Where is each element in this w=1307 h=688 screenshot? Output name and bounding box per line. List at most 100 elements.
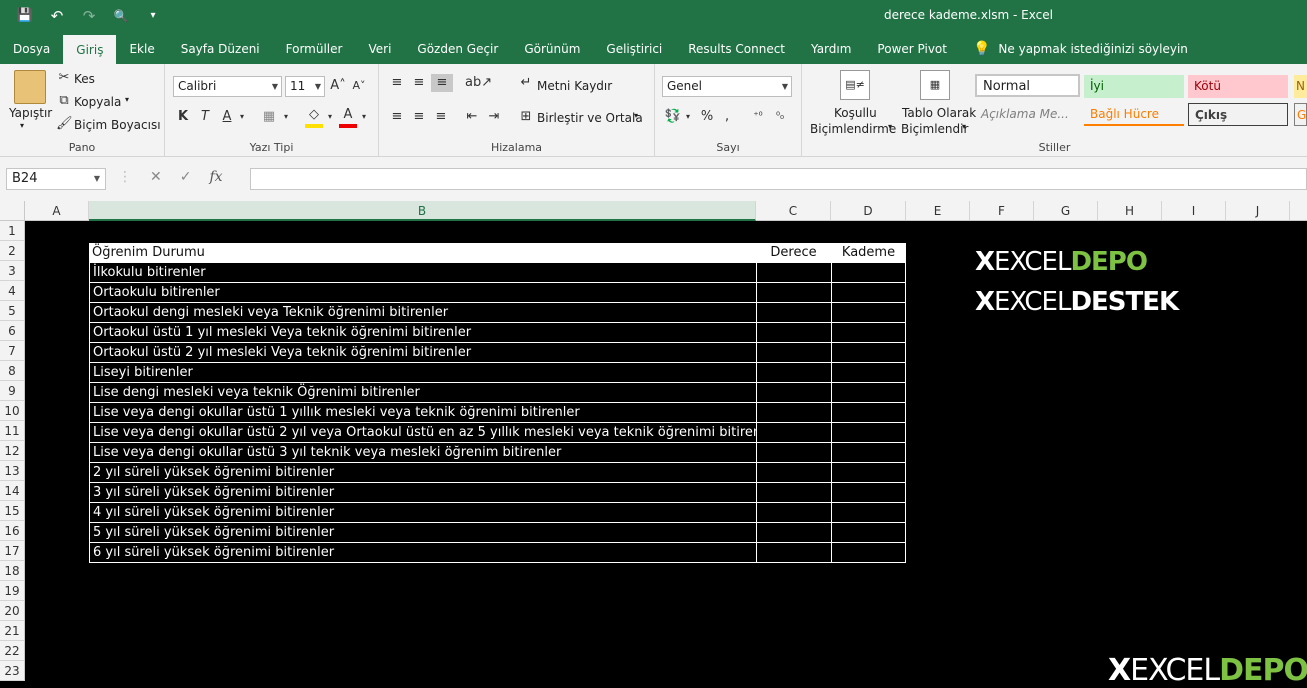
- row-header[interactable]: 16: [0, 521, 25, 541]
- row-header[interactable]: 23: [0, 661, 25, 681]
- insert-function-icon[interactable]: fx: [209, 169, 222, 185]
- table-cell-derece[interactable]: [756, 383, 831, 403]
- column-header-d[interactable]: D: [831, 201, 906, 221]
- table-cell-kademe[interactable]: [831, 463, 906, 483]
- column-header-i[interactable]: I: [1162, 201, 1226, 221]
- borders-dropdown-icon[interactable]: ▾: [281, 108, 291, 126]
- style-giris[interactable]: G: [1294, 103, 1307, 126]
- conditional-format-icon[interactable]: ▤≠: [840, 70, 870, 100]
- cancel-icon[interactable]: ✕: [150, 169, 162, 185]
- name-box[interactable]: B24 ▼: [6, 168, 106, 190]
- align-left-icon[interactable]: ≡: [389, 108, 405, 126]
- row-header[interactable]: 21: [0, 621, 25, 641]
- column-header-c[interactable]: C: [756, 201, 831, 221]
- currency-dropdown-icon[interactable]: ▾: [683, 108, 693, 126]
- row-header[interactable]: 17: [0, 541, 25, 561]
- decrease-indent-icon[interactable]: ⇤: [463, 108, 481, 126]
- table-cell-kademe[interactable]: [831, 343, 906, 363]
- table-cell-kademe[interactable]: [831, 363, 906, 383]
- row-header[interactable]: 4: [0, 281, 25, 301]
- row-header[interactable]: 6: [0, 321, 25, 341]
- style-notr[interactable]: N: [1294, 75, 1307, 98]
- borders-icon[interactable]: ▦: [261, 108, 277, 126]
- table-cell-ogrenim[interactable]: 5 yıl süreli yüksek öğrenimi bitirenler: [89, 523, 756, 543]
- merge-center-button[interactable]: Birleştir ve Ortala: [537, 111, 643, 125]
- save-icon[interactable]: 💾: [14, 6, 36, 26]
- table-cell-ogrenim[interactable]: Lise veya dengi okullar üstü 1 yıllık me…: [89, 403, 756, 423]
- fill-color-icon[interactable]: ◇: [305, 106, 323, 128]
- formula-input[interactable]: [250, 168, 1307, 190]
- style-cikis[interactable]: Çıkış: [1188, 103, 1288, 126]
- copy-button[interactable]: Kopyala: [74, 95, 121, 109]
- table-cell-ogrenim[interactable]: Ortaokul üstü 1 yıl mesleki Veya teknik …: [89, 323, 756, 343]
- table-header-cell[interactable]: Kademe: [831, 243, 906, 263]
- table-cell-ogrenim[interactable]: Ortaokul üstü 2 yıl mesleki Veya teknik …: [89, 343, 756, 363]
- row-header[interactable]: 5: [0, 301, 25, 321]
- column-header-g[interactable]: G: [1034, 201, 1098, 221]
- tell-me-box[interactable]: 💡 Ne yapmak istediğinizi söyleyin: [960, 33, 1201, 64]
- customize-qat-icon[interactable]: ▾: [142, 6, 164, 26]
- tab-gozden-gecir[interactable]: Gözden Geçir: [404, 33, 511, 64]
- column-header-f[interactable]: F: [970, 201, 1034, 221]
- underline-button[interactable]: A: [219, 108, 235, 126]
- bold-button[interactable]: K: [175, 108, 191, 126]
- conditional-format-label-2[interactable]: Biçimlendirme: [810, 122, 896, 136]
- align-right-icon[interactable]: ≡: [433, 108, 449, 126]
- grow-font-icon[interactable]: A˄: [330, 77, 346, 95]
- table-cell-kademe[interactable]: [831, 443, 906, 463]
- table-cell-derece[interactable]: [756, 543, 831, 563]
- row-header[interactable]: 2: [0, 241, 25, 261]
- table-cell-ogrenim[interactable]: Lise veya dengi okullar üstü 2 yıl veya …: [89, 423, 756, 443]
- tab-yardim[interactable]: Yardım: [798, 33, 864, 64]
- table-cell-kademe[interactable]: [831, 503, 906, 523]
- table-cell-kademe[interactable]: [831, 303, 906, 323]
- table-cell-kademe[interactable]: [831, 403, 906, 423]
- table-cell-derece[interactable]: [756, 423, 831, 443]
- select-all-corner[interactable]: [0, 201, 25, 221]
- row-header[interactable]: 7: [0, 341, 25, 361]
- tab-formuller[interactable]: Formüller: [273, 33, 356, 64]
- style-kotu[interactable]: Kötü: [1188, 75, 1288, 98]
- format-painter-button[interactable]: Biçim Boyacısı: [74, 118, 161, 132]
- table-cell-kademe[interactable]: [831, 543, 906, 563]
- increase-decimal-button[interactable]: ⁺⁰: [749, 108, 767, 126]
- style-normal[interactable]: Normal: [975, 74, 1080, 97]
- column-header-h[interactable]: H: [1098, 201, 1162, 221]
- column-header-a[interactable]: A: [25, 201, 89, 221]
- orientation-icon[interactable]: ab↗: [465, 74, 492, 92]
- tab-ekle[interactable]: Ekle: [116, 33, 167, 64]
- row-header[interactable]: 10: [0, 401, 25, 421]
- table-cell-derece[interactable]: [756, 523, 831, 543]
- table-cell-derece[interactable]: [756, 263, 831, 283]
- style-iyi[interactable]: İyi: [1084, 75, 1184, 98]
- table-cell-derece[interactable]: [756, 483, 831, 503]
- undo-icon[interactable]: ↶: [46, 6, 68, 26]
- font-family-select[interactable]: Calibri ▼: [173, 76, 282, 97]
- align-middle-icon[interactable]: ≡: [411, 74, 427, 92]
- comma-button[interactable]: ‚: [719, 108, 735, 126]
- table-cell-ogrenim[interactable]: Liseyi bitirenler: [89, 363, 756, 383]
- redo-icon[interactable]: ↷: [78, 6, 100, 26]
- paste-dropdown-icon[interactable]: ▾: [20, 121, 24, 130]
- table-cell-derece[interactable]: [756, 503, 831, 523]
- table-cell-derece[interactable]: [756, 463, 831, 483]
- style-bagli-hucre[interactable]: Bağlı Hücre: [1084, 103, 1184, 126]
- row-header[interactable]: 20: [0, 601, 25, 621]
- table-cell-kademe[interactable]: [831, 523, 906, 543]
- conditional-format-label-1[interactable]: Koşullu: [834, 106, 877, 120]
- italic-button[interactable]: T: [197, 108, 213, 126]
- font-color-dropdown-icon[interactable]: ▾: [359, 108, 369, 126]
- row-header[interactable]: 22: [0, 641, 25, 661]
- row-header[interactable]: 8: [0, 361, 25, 381]
- shrink-font-icon[interactable]: A˅: [351, 77, 367, 95]
- font-color-icon[interactable]: A: [339, 106, 357, 128]
- table-cell-derece[interactable]: [756, 403, 831, 423]
- table-cell-ogrenim[interactable]: Ortaokulu bitirenler: [89, 283, 756, 303]
- tab-veri[interactable]: Veri: [355, 33, 404, 64]
- underline-dropdown-icon[interactable]: ▾: [237, 108, 247, 126]
- column-header-e[interactable]: E: [906, 201, 970, 221]
- table-cell-ogrenim[interactable]: Lise veya dengi okullar üstü 3 yıl tekni…: [89, 443, 756, 463]
- row-header[interactable]: 9: [0, 381, 25, 401]
- table-cell-ogrenim[interactable]: İlkokulu bitirenler: [89, 263, 756, 283]
- table-cell-derece[interactable]: [756, 363, 831, 383]
